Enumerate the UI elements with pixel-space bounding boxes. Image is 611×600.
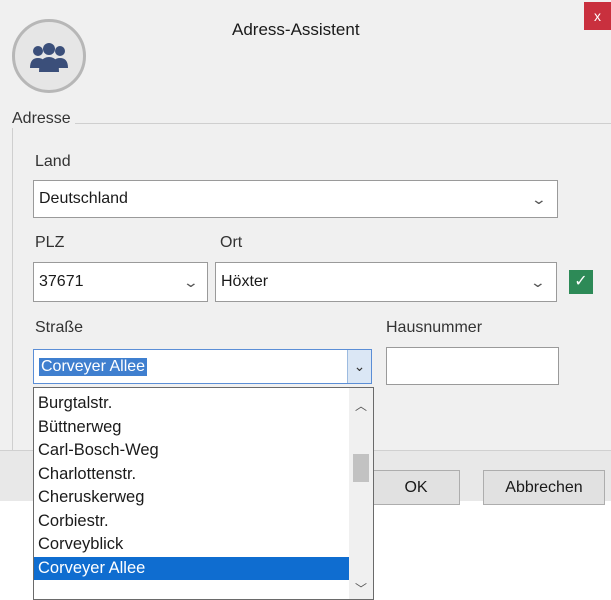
plz-select[interactable]: 37671 ⌄ xyxy=(33,262,208,302)
scrollbar[interactable]: ︿ ﹀ xyxy=(349,388,373,599)
people-group-icon xyxy=(30,43,68,72)
strasse-combobox[interactable]: Corveyer Allee xyxy=(33,349,372,384)
hausnummer-label: Hausnummer xyxy=(386,319,483,336)
strasse-value[interactable]: Corveyer Allee xyxy=(39,357,148,376)
chevron-down-icon[interactable]: ﹀ xyxy=(349,577,373,599)
window-title: Adress-Assistent xyxy=(232,20,360,39)
list-item-selected[interactable]: Corveyer Allee xyxy=(34,556,373,580)
logo xyxy=(12,19,86,93)
ort-label: Ort xyxy=(220,234,243,251)
land-label: Land xyxy=(35,153,71,170)
groupbox-label: Adresse xyxy=(8,110,75,128)
chevron-up-icon[interactable]: ︿ xyxy=(349,394,373,416)
list-item[interactable]: Carl-Bosch-Weg xyxy=(34,439,373,463)
ort-select[interactable]: Höxter ⌄ xyxy=(215,262,557,302)
scrollbar-thumb[interactable] xyxy=(353,454,369,482)
chevron-down-icon[interactable]: ⌄ xyxy=(530,274,546,291)
list-item[interactable]: Corbiestr. xyxy=(34,510,373,534)
chevron-down-icon[interactable]: ⌄ xyxy=(183,274,199,291)
cancel-button[interactable]: Abbrechen xyxy=(483,470,605,505)
list-item[interactable]: Büttnerweg xyxy=(34,416,373,440)
chevron-down-icon[interactable]: ⌄ xyxy=(347,350,371,383)
list-item[interactable]: Charlottenstr. xyxy=(34,463,373,487)
list-item[interactable]: Burgtalstr. xyxy=(34,392,373,416)
close-button[interactable]: x xyxy=(584,2,611,30)
chevron-down-icon[interactable]: ⌄ xyxy=(531,191,547,208)
land-value: Deutschland xyxy=(39,190,128,207)
strasse-label: Straße xyxy=(35,319,84,336)
ok-button[interactable]: OK xyxy=(372,470,460,505)
list-item[interactable]: Corveyblick xyxy=(34,533,373,557)
plz-value: 37671 xyxy=(39,273,84,290)
ort-value: Höxter xyxy=(221,273,269,290)
hausnummer-input[interactable] xyxy=(386,347,559,385)
strasse-dropdown-list[interactable]: Burgtalstr. Büttnerweg Carl-Bosch-Weg Ch… xyxy=(33,387,374,600)
plz-label: PLZ xyxy=(35,234,65,251)
checkmark-icon: ✓ xyxy=(569,270,593,294)
list-item[interactable]: Cheruskerweg xyxy=(34,486,373,510)
land-select[interactable]: Deutschland ⌄ xyxy=(33,180,558,218)
